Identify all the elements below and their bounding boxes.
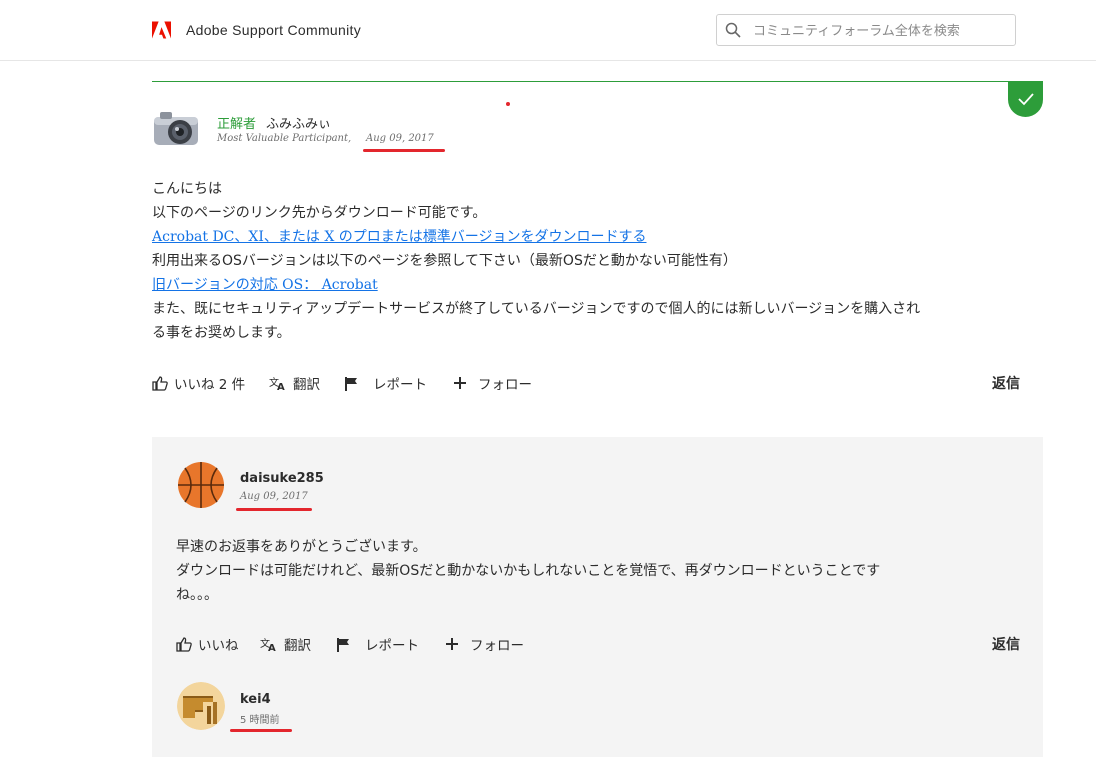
reply-button[interactable]: 返信 xyxy=(992,634,1020,654)
reply-button[interactable]: 返信 xyxy=(992,373,1020,393)
plus-icon xyxy=(446,638,458,650)
report-button[interactable]: レポート xyxy=(336,634,419,654)
post-actions: いいね 2 件 文 A 翻訳 レポート フォロー 返信 xyxy=(152,373,1043,395)
avatar[interactable] xyxy=(177,682,225,730)
author-name[interactable]: daisuke285 xyxy=(240,471,324,486)
translate-button[interactable]: 文 A 翻訳 xyxy=(269,373,320,394)
thumbs-up-icon xyxy=(176,636,192,652)
avatar[interactable] xyxy=(152,105,202,155)
report-label: レポート xyxy=(373,377,427,393)
top-bar: Adobe Support Community xyxy=(0,0,1096,61)
author-rank: Most Valuable Participant, xyxy=(217,133,352,144)
flag-icon xyxy=(345,376,357,391)
follow-label: フォロー xyxy=(478,377,532,393)
post-line: ダウンロードは可能だけれど、最新OSだと動かないかもしれないことを覚悟で、再ダウ… xyxy=(176,563,881,579)
post-line: 早速のお返事をありがとうございます。 xyxy=(176,539,427,555)
report-label: レポート xyxy=(365,638,419,654)
post-body: こんにちは 以下のページのリンク先からダウンロード可能です。 Acrobat D… xyxy=(152,177,1043,345)
camera-avatar-icon xyxy=(154,112,198,145)
site-title[interactable]: Adobe Support Community xyxy=(186,22,361,38)
author-name[interactable]: ふみふみぃ xyxy=(266,113,331,132)
accepted-solution-badge xyxy=(1008,82,1043,117)
svg-text:A: A xyxy=(268,643,276,652)
report-button[interactable]: レポート xyxy=(344,373,427,393)
translate-button[interactable]: 文 A 翻訳 xyxy=(260,634,311,655)
translate-label: 翻訳 xyxy=(284,638,311,654)
download-link[interactable]: Acrobat DC、XI、または X のプロまたは標準バージョンをダウンロード… xyxy=(152,225,646,249)
search-icon xyxy=(725,22,741,38)
post-line: 以下のページのリンク先からダウンロード可能です。 xyxy=(152,205,487,221)
post-date: Aug 09, 2017 xyxy=(240,491,308,502)
search-box[interactable] xyxy=(716,14,1016,46)
annotation-dot xyxy=(506,102,510,106)
author-name[interactable]: kei4 xyxy=(240,692,271,707)
annotation-underline xyxy=(363,149,445,152)
like-button[interactable]: いいね xyxy=(176,634,239,654)
flag-icon xyxy=(337,637,349,652)
annotation-underline xyxy=(230,729,292,732)
checkmark-icon xyxy=(1018,93,1034,106)
search-input[interactable] xyxy=(751,20,1005,42)
translate-icon: 文 A xyxy=(269,376,285,391)
os-compatibility-link[interactable]: 旧バージョンの対応 OS： Acrobat xyxy=(152,273,378,297)
translate-icon: 文 A xyxy=(260,637,276,652)
post-line: 利用出来るOSバージョンは以下のページを参照して下さい（最新OSだと動かない可能… xyxy=(152,253,737,269)
like-label: いいね xyxy=(198,638,239,654)
accepted-solution-divider xyxy=(152,81,1043,82)
like-label: いいね 2 件 xyxy=(174,377,246,393)
post-line: こんにちは xyxy=(152,181,222,197)
reply-body: 早速のお返事をありがとうございます。 ダウンロードは可能だけれど、最新OSだと動… xyxy=(176,535,1016,607)
post-line: また、既にセキュリティアップデートサービスが終了しているバージョンですので個人的… xyxy=(152,301,921,317)
reply-thread: daisuke285 Aug 09, 2017 早速のお返事をありがとうございま… xyxy=(152,437,1043,757)
translate-label: 翻訳 xyxy=(293,377,320,393)
stairs-avatar-icon xyxy=(177,682,225,730)
svg-text:A: A xyxy=(277,382,285,391)
thumbs-up-icon xyxy=(152,375,168,391)
post-line: ね。。。 xyxy=(176,587,218,603)
follow-button[interactable]: フォロー xyxy=(454,373,532,393)
post-date: Aug 09, 2017 xyxy=(366,133,434,144)
follow-button[interactable]: フォロー xyxy=(446,634,524,654)
avatar[interactable] xyxy=(177,461,225,509)
reply-actions: いいね 文 A 翻訳 レポート フォロー 返信 xyxy=(176,634,1021,656)
post-line: る事をお奨めします。 xyxy=(152,325,291,341)
annotation-underline xyxy=(236,508,312,511)
like-button[interactable]: いいね 2 件 xyxy=(152,373,245,393)
plus-icon xyxy=(454,377,466,389)
adobe-logo-icon[interactable] xyxy=(152,21,171,39)
basketball-icon xyxy=(178,462,224,508)
post-time: 5 時間前 xyxy=(240,715,280,726)
follow-label: フォロー xyxy=(470,638,524,654)
accepted-label: 正解者 xyxy=(217,117,257,132)
